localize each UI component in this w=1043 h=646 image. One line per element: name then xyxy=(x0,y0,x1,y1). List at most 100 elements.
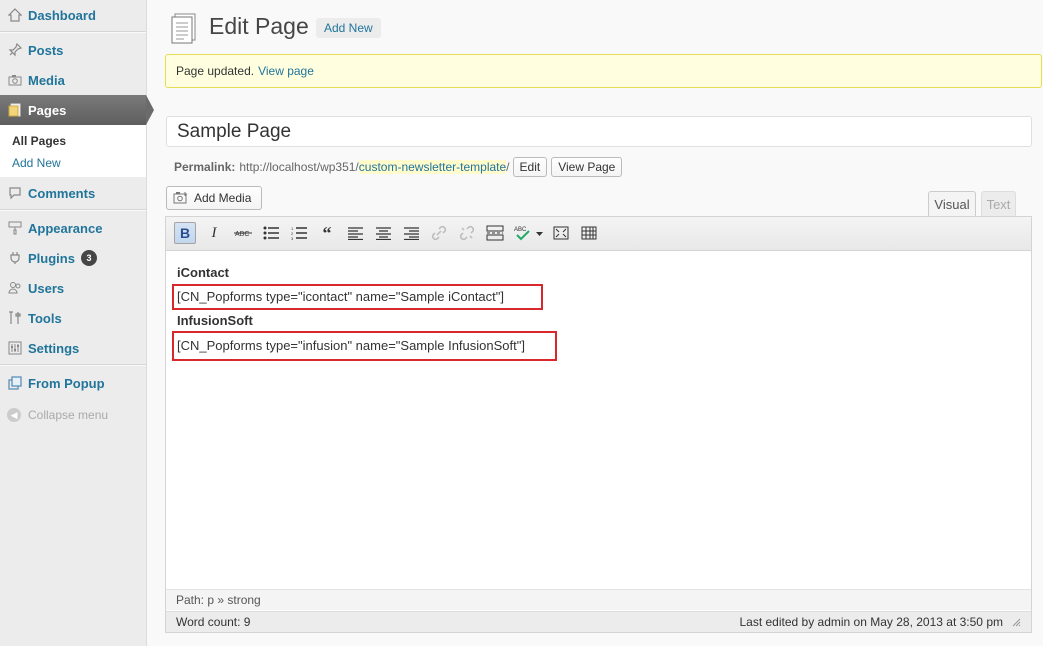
menu-from-popup[interactable]: From Popup xyxy=(0,368,146,398)
svg-text:ABC: ABC xyxy=(235,231,249,238)
admin-sidebar: Dashboard Posts Media Pages All Pages Ad… xyxy=(0,0,154,646)
permalink-trail: / xyxy=(506,160,510,174)
tools-icon xyxy=(7,310,23,326)
menu-tools[interactable]: Tools xyxy=(0,303,146,333)
tab-text[interactable]: Text xyxy=(981,191,1016,217)
menu-label: From Popup xyxy=(28,375,105,391)
spellcheck-icon: ABC xyxy=(514,227,543,241)
settings-icon xyxy=(7,340,23,356)
post-title-input[interactable] xyxy=(166,116,1032,147)
bullet-list-icon xyxy=(263,226,279,240)
tab-visual[interactable]: Visual xyxy=(928,191,976,217)
italic-button[interactable]: I xyxy=(203,222,225,244)
content-heading-icontact: iContact xyxy=(177,265,229,280)
menu-label: Media xyxy=(28,72,65,88)
comment-bubble-icon xyxy=(7,185,23,201)
kitchen-sink-icon xyxy=(581,226,597,240)
unlink-button[interactable] xyxy=(456,222,478,244)
collapse-menu-button[interactable]: ◀ Collapse menu xyxy=(7,408,108,422)
read-more-icon xyxy=(486,225,504,241)
menu-users[interactable]: Users xyxy=(0,273,146,303)
strikethrough-icon: ABC xyxy=(234,231,252,238)
shortcode-icontact: [CN_Popforms type="icontact" name="Sampl… xyxy=(177,289,504,304)
permalink-base: http://localhost/wp351/ xyxy=(239,160,359,174)
submenu-add-new[interactable]: Add New xyxy=(12,156,61,170)
submenu-all-pages[interactable]: All Pages xyxy=(12,134,66,148)
insert-more-button[interactable] xyxy=(484,222,506,244)
blockquote-button[interactable]: “ xyxy=(316,222,338,244)
strikethrough-button[interactable]: ABC xyxy=(232,222,254,244)
view-page-link[interactable]: View page xyxy=(258,64,314,78)
fullscreen-button[interactable] xyxy=(550,222,572,244)
menu-posts[interactable]: Posts xyxy=(0,35,146,65)
edit-page-icon xyxy=(168,12,200,44)
page-title: Edit Page xyxy=(209,13,309,39)
collapse-label: Collapse menu xyxy=(28,408,109,422)
menu-plugins[interactable]: Plugins 3 xyxy=(0,243,146,273)
menu-label: Appearance xyxy=(28,220,103,236)
menu-label: Dashboard xyxy=(28,7,96,23)
edit-permalink-button[interactable]: Edit xyxy=(512,157,548,177)
link-icon xyxy=(431,225,447,241)
users-icon xyxy=(7,280,23,296)
svg-text:3: 3 xyxy=(291,236,294,240)
popup-icon xyxy=(7,375,23,391)
menu-label: Tools xyxy=(28,310,62,326)
add-media-icon xyxy=(173,192,187,204)
permalink-row: Permalink: http://localhost/wp351/custom… xyxy=(174,157,623,177)
align-center-icon xyxy=(375,226,391,240)
menu-label: Plugins xyxy=(28,250,75,266)
editor-path-bar: Path: p » strong xyxy=(166,589,1031,610)
menu-comments[interactable]: Comments xyxy=(0,178,146,208)
menu-settings[interactable]: Settings xyxy=(0,333,146,363)
plugins-update-badge: 3 xyxy=(80,250,97,266)
menu-pages[interactable]: Pages xyxy=(0,95,154,125)
menu-media[interactable]: Media xyxy=(0,65,146,95)
view-page-button[interactable]: View Page xyxy=(551,157,623,177)
menu-label: Pages xyxy=(28,102,67,118)
notice-text: Page updated. xyxy=(176,64,255,78)
menu-label: Comments xyxy=(28,185,96,201)
align-right-button[interactable] xyxy=(400,222,422,244)
collapse-arrow-icon: ◀ xyxy=(7,408,21,422)
resize-grip-icon[interactable] xyxy=(1011,617,1021,627)
editor-info-bar: Word count: 9 Last edited by admin on Ma… xyxy=(166,611,1031,632)
editor-toolbar: B I ABC 123 “ ABC xyxy=(166,217,1031,251)
editor-content-area[interactable]: iContact [CN_Popforms type="icontact" na… xyxy=(166,251,1031,587)
numbered-list-icon: 123 xyxy=(291,226,307,240)
shortcode-infusionsoft: [CN_Popforms type="infusion" name="Sampl… xyxy=(177,338,525,353)
numbered-list-button[interactable]: 123 xyxy=(288,222,310,244)
spellcheck-button[interactable]: ABC xyxy=(512,222,546,244)
pages-icon xyxy=(7,102,23,118)
last-edited-text: Last edited by admin on May 28, 2013 at … xyxy=(739,615,1003,629)
insert-link-button[interactable] xyxy=(428,222,450,244)
permalink-label: Permalink: xyxy=(174,160,236,174)
add-new-page-button[interactable]: Add New xyxy=(316,18,381,38)
paintbrush-icon xyxy=(7,220,23,236)
fullscreen-icon xyxy=(553,226,569,240)
menu-separator xyxy=(0,209,146,211)
permalink-slug[interactable]: custom-newsletter-template xyxy=(358,160,507,174)
bold-button[interactable]: B xyxy=(174,222,196,244)
pages-submenu: All Pages Add New xyxy=(0,125,146,177)
align-left-button[interactable] xyxy=(344,222,366,244)
camera-icon xyxy=(7,72,23,88)
content-editor: B I ABC 123 “ ABC iContact [CN_Popforms … xyxy=(165,216,1032,633)
add-media-button[interactable]: Add Media xyxy=(166,186,263,210)
menu-label: Settings xyxy=(28,340,80,356)
blockquote-icon: “ xyxy=(322,222,332,243)
plug-icon xyxy=(7,250,23,266)
menu-dashboard[interactable]: Dashboard xyxy=(0,0,146,30)
update-notice: Page updated. View page xyxy=(165,54,1042,88)
kitchen-sink-button[interactable] xyxy=(578,222,600,244)
menu-separator xyxy=(0,31,146,33)
bullet-list-button[interactable] xyxy=(260,222,282,244)
pushpin-icon xyxy=(7,42,23,58)
dashboard-icon xyxy=(7,7,23,23)
align-left-icon xyxy=(347,226,363,240)
align-center-button[interactable] xyxy=(372,222,394,244)
unlink-icon xyxy=(459,225,475,241)
menu-label: Posts xyxy=(28,42,64,58)
menu-appearance[interactable]: Appearance xyxy=(0,213,146,243)
add-media-label: Add Media xyxy=(194,191,252,205)
